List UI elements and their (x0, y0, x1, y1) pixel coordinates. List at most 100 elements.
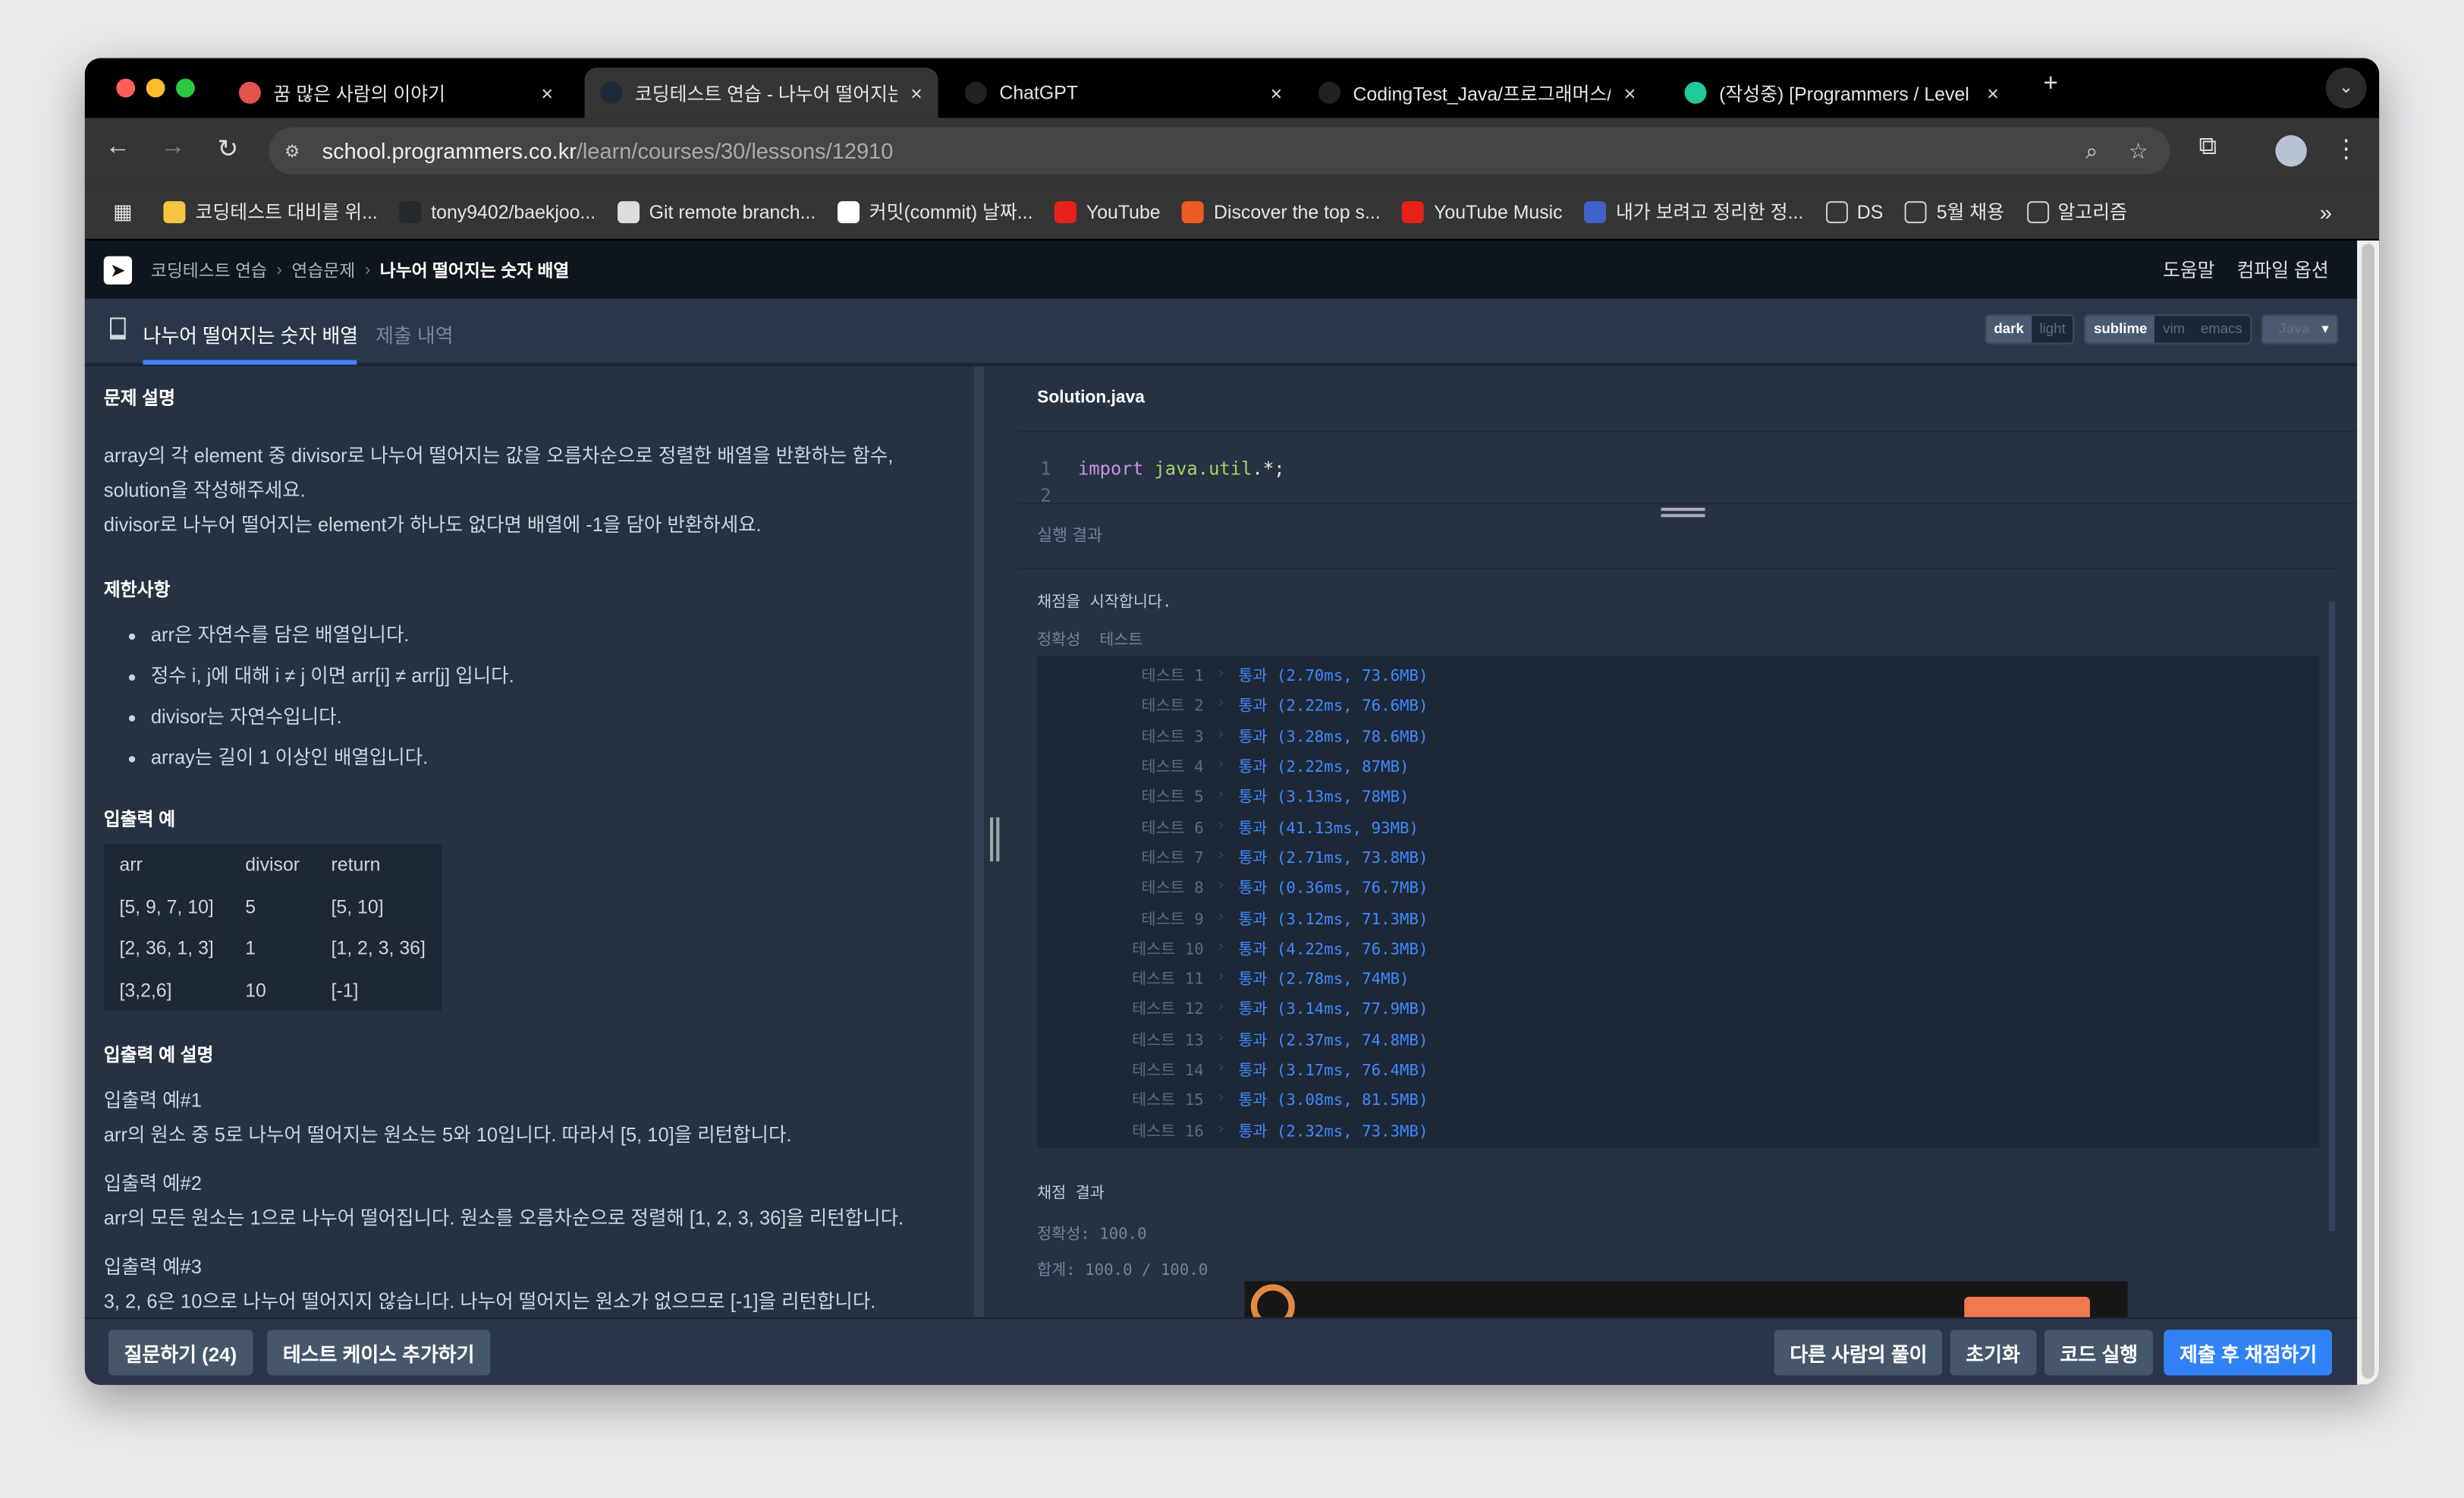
close-tab-icon[interactable]: × (910, 81, 922, 105)
toolbar: ← → ↻ ⚙ school.programmers.co.kr/learn/c… (84, 118, 2380, 184)
io-header-row: arr divisor return (104, 844, 442, 886)
result-output: 채점을 시작합니다. 정확성 테스트 테스트 1 › 통과 (2.70ms, 73.… (1018, 567, 2339, 1317)
apps-icon[interactable]: ▦ (113, 199, 132, 224)
example-title: 입출력 예#3 (103, 1256, 202, 1279)
reset-button[interactable]: 초기화 (1950, 1330, 2036, 1376)
minimize-window-button[interactable] (146, 78, 165, 98)
submit-button[interactable]: 제출 후 채점하기 (2164, 1330, 2333, 1376)
browser-tab[interactable]: CodingTest_Java/프로그래머스/× (1303, 68, 1652, 118)
breadcrumb-2[interactable]: 연습문제 (291, 257, 355, 282)
bookmark-favicon-icon (164, 200, 187, 223)
example-desc: 3, 2, 6은 10으로 나누어 떨어지지 않습니다. 나누어 떨어지는 원소… (103, 1290, 876, 1313)
bookmark-icon[interactable] (109, 317, 126, 340)
help-link[interactable]: 도움말 (2163, 256, 2215, 283)
tab-submission-history[interactable]: 제출 내역 (376, 319, 454, 348)
io-header: return (331, 854, 381, 876)
browser-tab[interactable]: ChatGPT × (949, 68, 1298, 118)
chevron-right-icon: › (1216, 999, 1226, 1016)
test-row: 테스트 12 › 통과 (3.14ms, 77.9MB) (1132, 999, 1428, 1020)
close-tab-icon[interactable]: × (1271, 81, 1283, 105)
bookmark-item[interactable]: YouTube Music (1402, 198, 1563, 225)
accuracy-section: 정확성 테스트 (1037, 631, 1143, 650)
zoom-window-button[interactable] (175, 78, 195, 98)
bookmark-item[interactable]: DS (1825, 198, 1883, 225)
io-table: arr divisor return [5, 9, 7, 10] 5 [5, 10] [2,… (103, 844, 442, 1011)
bookmark-item[interactable]: YouTube (1054, 198, 1161, 225)
keymap-sublime[interactable]: sublime (2085, 316, 2155, 343)
io-header: divisor (245, 854, 300, 876)
pane-resizer[interactable] (970, 366, 1019, 1317)
chevron-right-icon: › (1216, 695, 1226, 713)
browser-tab[interactable]: 코딩테스트 연습 - 나누어 떨어지는 × (584, 68, 938, 118)
profile-avatar[interactable] (2275, 135, 2307, 167)
editor-resize-handle[interactable] (1661, 508, 1705, 518)
bookmark-item[interactable]: 알고리즘 (2026, 198, 2127, 225)
desc-title: 문제 설명 (103, 389, 175, 409)
chevron-right-icon: › (1216, 1029, 1226, 1046)
more-bookmarks[interactable]: » (2320, 199, 2332, 224)
problem-tabs: 나누어 떨어지는 숫자 배열 제출 내역 dark light sublime vi… (84, 298, 2358, 367)
close-tab-icon[interactable]: × (1624, 81, 1636, 105)
chevron-right-icon: › (1216, 877, 1226, 895)
bookmark-item[interactable]: tony9402/baekjoo... (399, 198, 596, 225)
programmers-logo[interactable]: ➤ (103, 255, 132, 284)
question-button[interactable]: 질문하기 (24) (108, 1330, 253, 1376)
browser-tab[interactable]: 꿈 많은 사람의 이야기 × (223, 68, 569, 118)
limits-title: 제한사항 (103, 581, 171, 601)
language-select[interactable]: Java ▾ (2261, 314, 2339, 345)
close-tab-icon[interactable]: × (541, 81, 553, 105)
bookmark-star-icon[interactable]: ☆ (2129, 137, 2148, 164)
bookmark-item[interactable]: 내가 보려고 정리한 정... (1584, 198, 1803, 225)
problem-description: 문제 설명 array의 각 element 중 divisor로 나누어 떨어… (85, 367, 970, 1317)
menu-icon[interactable]: ⋮ (2329, 134, 2364, 165)
score-title: 채점 결과 (1037, 1185, 1105, 1203)
back-button[interactable]: ← (101, 134, 136, 162)
bookmark-item[interactable]: Discover the top s... (1182, 198, 1381, 225)
extensions-icon[interactable]: ⧉ (2191, 134, 2226, 162)
limit-item: divisor는 자연수입니다. (151, 697, 951, 738)
bookmark-item[interactable]: 커밋(commit) 날짜... (838, 198, 1032, 225)
others-solutions-button[interactable]: 다른 사람의 풀이 (1774, 1330, 1944, 1376)
close-window-button[interactable] (116, 78, 136, 98)
page-scrollbar[interactable] (2357, 240, 2380, 1385)
desc-line: array의 각 element 중 divisor로 나누어 떨어지는 값을 … (103, 445, 894, 467)
site-info-icon[interactable]: ⚙ (284, 140, 300, 161)
programmers-page: ➤ 코딩테스트 연습 › 연습문제 › 나누어 떨어지는 숫자 배열 도움말 컴파일 … (84, 240, 2358, 1385)
test-row: 테스트 2 › 통과 (2.22ms, 76.6MB) (1141, 695, 1428, 716)
browser-tab[interactable]: (작성중) [Programmers / Level × (1669, 68, 2015, 118)
close-tab-icon[interactable]: × (1987, 81, 1999, 105)
add-test-case-button[interactable]: 테스트 케이스 추가하기 (267, 1330, 491, 1376)
advertisement-banner[interactable] (1244, 1281, 2128, 1317)
keymap-emacs[interactable]: emacs (2192, 316, 2250, 342)
code-editor[interactable]: 1 import java.util.*; 2 (1018, 432, 2358, 505)
editor-filename: Solution.java (1018, 367, 2358, 433)
tab-search-button[interactable]: ⌄ (2325, 68, 2367, 109)
chevron-right-icon: › (1216, 817, 1226, 835)
bookmark-item[interactable]: 코딩테스트 대비를 위... (164, 198, 378, 225)
compile-options-link[interactable]: 컴파일 옵션 (2237, 256, 2329, 283)
keymap-vim[interactable]: vim (2155, 316, 2193, 342)
theme-dark[interactable]: dark (1985, 316, 2032, 343)
new-tab-button[interactable]: + (2033, 71, 2068, 99)
address-bar[interactable]: ⚙ school.programmers.co.kr/learn/courses… (269, 127, 2170, 175)
io-cell: [-1] (331, 978, 359, 1001)
bookmark-item[interactable]: 5월 채용 (1905, 198, 2004, 225)
tab-favicon-icon (600, 81, 623, 104)
bookmark-favicon-icon (1402, 200, 1425, 223)
io-row: [2, 36, 1, 3] 1 [1, 2, 3, 36] (104, 927, 442, 969)
breadcrumb-1[interactable]: 코딩테스트 연습 (151, 257, 267, 282)
folder-icon (2026, 200, 2049, 223)
bookmark-favicon-icon (399, 200, 422, 223)
tab-problem[interactable]: 나누어 떨어지는 숫자 배열 (143, 319, 358, 348)
reload-button[interactable]: ↻ (211, 134, 246, 165)
forward-button[interactable]: → (156, 134, 190, 162)
result-scrollbar[interactable] (2328, 602, 2336, 1231)
zoom-icon[interactable]: ⌕ (2085, 137, 2098, 164)
io-cell: [3,2,6] (119, 978, 172, 1001)
io-cell: [2, 36, 1, 3] (119, 937, 214, 960)
browser-window: 꿈 많은 사람의 이야기 × 코딩테스트 연습 - 나누어 떨어지는 × ChatGPT… (84, 58, 2380, 1385)
theme-light[interactable]: light (2032, 316, 2073, 342)
test-row: 테스트 14 › 통과 (3.17ms, 76.4MB) (1132, 1059, 1428, 1081)
run-code-button[interactable]: 코드 실행 (2044, 1330, 2154, 1376)
bookmark-item[interactable]: Git remote branch... (618, 198, 816, 225)
